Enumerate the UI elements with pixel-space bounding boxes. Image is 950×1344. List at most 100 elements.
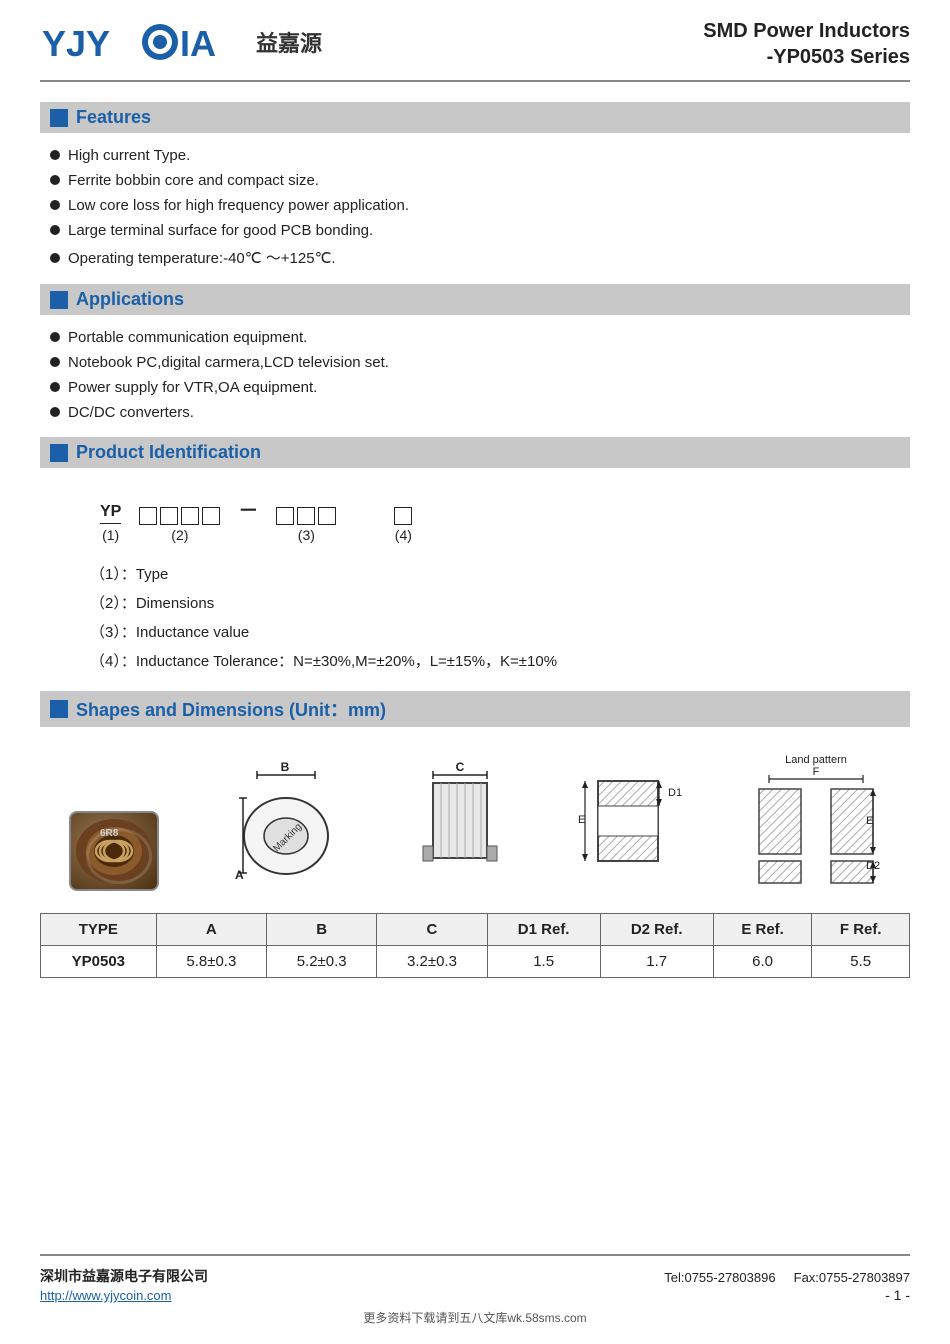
- pid-label3: (3): [298, 527, 315, 543]
- applications-icon: [50, 291, 68, 309]
- cell-d1: 1.5: [487, 946, 600, 978]
- svg-text:Land pattern: Land pattern: [785, 754, 847, 766]
- product-id-icon: [50, 444, 68, 462]
- feature-item-3: Low core loss for high frequency power a…: [68, 197, 409, 214]
- inductor-photo-group: 6R8: [69, 811, 159, 891]
- col-header-b: B: [267, 914, 377, 946]
- list-item: Operating temperature:-40℃ ～+125℃.: [50, 243, 910, 272]
- bullet-dot: [50, 225, 60, 235]
- footer-left: 深圳市益嘉源电子有限公司 http://www.yjycoin.com: [40, 1266, 208, 1303]
- pid-dash: －: [238, 494, 258, 543]
- pid-label4: (4): [395, 527, 412, 543]
- shapes-title: Shapes and Dimensions (Unit：mm): [76, 696, 386, 722]
- footer-bottom: 更多资料下载请到五八文库wk.58sms.com: [40, 1303, 910, 1326]
- header-title: SMD Power Inductors -YP0503 Series: [703, 18, 910, 70]
- list-item: High current Type.: [50, 143, 910, 168]
- pid-item-3: （3）：Inductance value: [90, 617, 880, 646]
- list-item: DC/DC converters.: [50, 400, 910, 425]
- website-link[interactable]: http://www.yjycoin.com: [40, 1288, 208, 1303]
- coil-diagram-group: C: [415, 761, 505, 891]
- footer: 深圳市益嘉源电子有限公司 http://www.yjycoin.com Tel:…: [40, 1254, 910, 1303]
- oval-svg: B Marking A: [227, 761, 347, 891]
- bullet-dot: [50, 382, 60, 392]
- svg-text:E: E: [866, 815, 873, 827]
- applications-title: Applications: [76, 289, 184, 310]
- col-header-c: C: [377, 914, 487, 946]
- pid-item-2: （2）：Dimensions: [90, 588, 880, 617]
- feature-item-1: High current Type.: [68, 147, 190, 164]
- applications-list: Portable communication equipment. Notebo…: [50, 325, 910, 425]
- svg-text:IA: IA: [180, 23, 216, 64]
- feature-item-5: Operating temperature:-40℃ ～+125℃.: [68, 247, 336, 268]
- bullet-dot: [50, 253, 60, 263]
- header: YJY IA 益嘉源 SMD Power Inductors -YP0503 S…: [40, 18, 910, 82]
- applications-section-bar: Applications: [40, 284, 910, 315]
- bullet-dot: [50, 407, 60, 417]
- features-title: Features: [76, 107, 151, 128]
- pid-group1: YP (1): [100, 503, 121, 543]
- company-name: 深圳市益嘉源电子有限公司: [40, 1266, 208, 1286]
- col-header-d1: D1 Ref.: [487, 914, 600, 946]
- features-icon: [50, 109, 68, 127]
- pid-box: [297, 507, 315, 525]
- app-item-3: Power supply for VTR,OA equipment.: [68, 379, 317, 396]
- bullet-dot: [50, 150, 60, 160]
- app-item-4: DC/DC converters.: [68, 404, 194, 421]
- pid-group3: (3): [276, 507, 336, 543]
- land-pattern-group: Land pattern F E: [751, 751, 881, 891]
- page-number: - 1 -: [885, 1287, 910, 1303]
- cell-type: YP0503: [41, 946, 157, 978]
- col-header-f: F Ref.: [812, 914, 910, 946]
- pid-box: [139, 507, 157, 525]
- pid-box: [202, 507, 220, 525]
- bullet-dot: [50, 332, 60, 342]
- pid-items: （1）：Type （2）：Dimensions （3）：Inductance v…: [90, 559, 880, 675]
- product-id-title: Product Identification: [76, 442, 261, 463]
- cell-b: 5.2±0.3: [267, 946, 377, 978]
- pid-item-4: （4）：Inductance Tolerance：N=±30%,M=±20%，L…: [90, 646, 880, 675]
- pid-group2: (2): [139, 507, 220, 543]
- col-header-e: E Ref.: [713, 914, 812, 946]
- svg-text:B: B: [281, 761, 290, 774]
- title-line1: SMD Power Inductors: [703, 18, 910, 44]
- pid-boxes-1: [139, 507, 220, 525]
- app-item-1: Portable communication equipment.: [68, 329, 307, 346]
- shapes-section-bar: Shapes and Dimensions (Unit：mm): [40, 691, 910, 727]
- shapes-icon: [50, 700, 68, 718]
- dimensions-table: TYPE A B C D1 Ref. D2 Ref. E Ref. F Ref.…: [40, 913, 910, 978]
- pid-box: [160, 507, 178, 525]
- pid-group4: (4): [394, 507, 412, 543]
- title-line2: -YP0503 Series: [703, 44, 910, 70]
- list-item: Portable communication equipment.: [50, 325, 910, 350]
- oval-diagram-group: B Marking A: [227, 761, 347, 891]
- list-item: Ferrite bobbin core and compact size.: [50, 168, 910, 193]
- topview-diagram-group: D1 E: [573, 761, 683, 891]
- tel: Tel:0755-27803896: [664, 1270, 775, 1285]
- contact-info: Tel:0755-27803896 Fax:0755-27803897: [664, 1270, 910, 1285]
- cell-f: 5.5: [812, 946, 910, 978]
- pid-boxes-3: [394, 507, 412, 525]
- svg-text:F: F: [813, 766, 820, 778]
- list-item: Power supply for VTR,OA equipment.: [50, 375, 910, 400]
- svg-text:6R8: 6R8: [100, 828, 119, 839]
- bullet-dot: [50, 357, 60, 367]
- svg-text:E: E: [578, 814, 585, 826]
- page: YJY IA 益嘉源 SMD Power Inductors -YP0503 S…: [0, 0, 950, 1344]
- bullet-dot: [50, 200, 60, 210]
- col-header-type: TYPE: [41, 914, 157, 946]
- feature-item-2: Ferrite bobbin core and compact size.: [68, 172, 319, 189]
- pid-box: [318, 507, 336, 525]
- pid-box: [394, 507, 412, 525]
- features-list: High current Type. Ferrite bobbin core a…: [50, 143, 910, 272]
- pid-label1: (1): [102, 527, 119, 543]
- pid-prefix: YP: [100, 503, 121, 524]
- logo-chinese: 益嘉源: [256, 26, 322, 58]
- feature-item-4: Large terminal surface for good PCB bond…: [68, 222, 373, 239]
- list-item: Notebook PC,digital carmera,LCD televisi…: [50, 350, 910, 375]
- svg-text:YJY: YJY: [42, 23, 110, 64]
- pid-box: [181, 507, 199, 525]
- fax: Fax:0755-27803897: [794, 1270, 910, 1285]
- pid-boxes-2: [276, 507, 336, 525]
- svg-text:D1: D1: [668, 787, 682, 799]
- list-item: Large terminal surface for good PCB bond…: [50, 218, 910, 243]
